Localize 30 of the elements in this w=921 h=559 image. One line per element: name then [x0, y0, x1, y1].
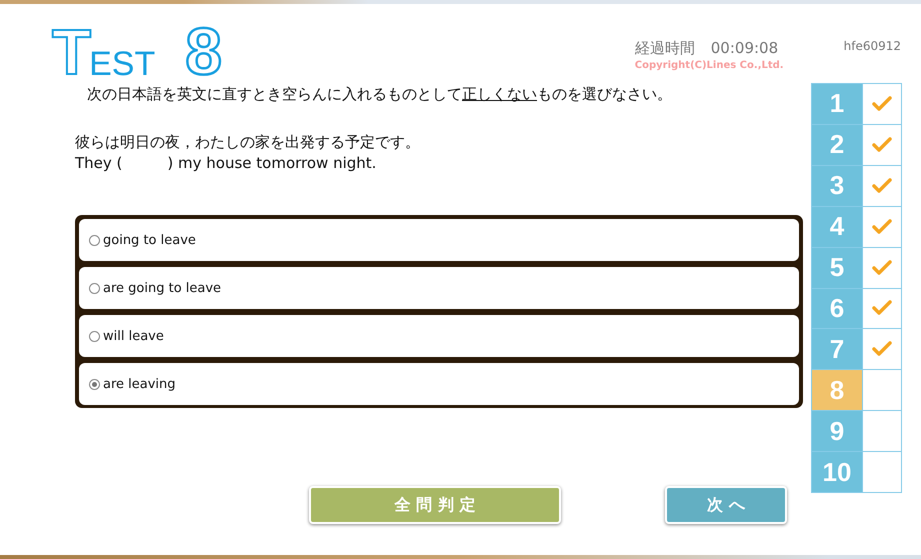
question-number[interactable]: 1 [812, 84, 863, 124]
question-number[interactable]: 4 [812, 206, 863, 247]
logo-text: EST [89, 48, 156, 80]
instruction-text: 次の日本語を英文に直すとき空らんに入れるものとして正しくないものを選びなさい。 [87, 85, 673, 104]
answer-option[interactable]: will leave [79, 315, 799, 357]
question-number[interactable]: 5 [812, 248, 863, 288]
question-number[interactable]: 8 [812, 370, 863, 410]
radio-button[interactable] [89, 330, 100, 342]
copyright-text: Copyright(C)Lines Co.,Ltd. [634, 60, 784, 71]
answer-option[interactable]: going to leave [79, 219, 799, 261]
question-number[interactable]: 3 [812, 166, 863, 206]
radio-button[interactable] [89, 282, 100, 294]
question-number[interactable]: 10 [812, 452, 863, 492]
grade-all-button[interactable]: 全 問 判 定 [309, 486, 561, 524]
answer-option[interactable]: are leaving [79, 363, 799, 405]
question-number[interactable]: 6 [812, 288, 863, 328]
question-number[interactable]: 9 [812, 411, 863, 452]
test-number: 8 [185, 22, 222, 80]
radio-button[interactable] [89, 234, 100, 246]
radio-button[interactable] [89, 378, 100, 390]
timer-label: 経過時間 [634, 39, 695, 58]
next-button[interactable]: 次 へ [665, 486, 787, 524]
answer-option[interactable]: are going to leave [79, 267, 799, 309]
logo-letter: T [52, 24, 92, 80]
question-english: They ( ) my house tomorrow night. [75, 153, 378, 174]
user-id: hfe60912 [844, 39, 901, 53]
question-japanese: 彼らは明日の夜，わたしの家を出発する予定です。 [75, 132, 421, 153]
question-number[interactable]: 2 [812, 124, 863, 165]
elapsed-time: 00:09:08 [710, 39, 778, 58]
question-number[interactable]: 7 [812, 329, 863, 370]
